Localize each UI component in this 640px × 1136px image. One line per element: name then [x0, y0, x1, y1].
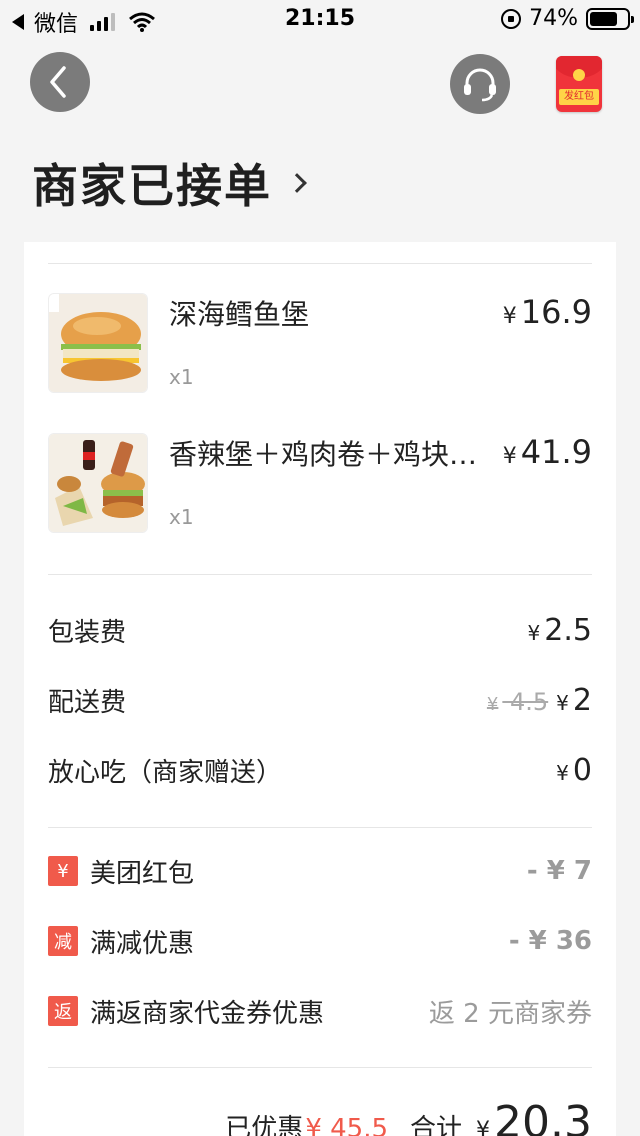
currency-symbol: ¥ [556, 760, 569, 785]
item-price-value: 41.9 [520, 433, 592, 471]
discount-value: 返 2 元商家券 [428, 998, 592, 1029]
fee-amount: 2 [572, 682, 592, 718]
fee-value: ¥2.5 [528, 613, 592, 648]
item-price-value: 16.9 [520, 293, 592, 331]
fee-label: 配送费 [48, 687, 127, 718]
battery-fill [590, 11, 617, 26]
order-card: 深海鳕鱼堡 x1 ¥16.9 香辣堡＋鸡肉卷＋鸡块… x1 ¥41.9 包装费 … [24, 242, 616, 1136]
item-price: ¥41.9 [503, 433, 592, 471]
currency-symbol: ¥ [476, 1118, 491, 1136]
fee-amount: 0 [572, 752, 592, 788]
divider [48, 1067, 592, 1068]
discount-left: 减 满减优惠 [48, 923, 194, 960]
order-status-link[interactable]: 商家已接单 [32, 150, 307, 216]
original-delivery-fee: ¥ 4.5 [487, 688, 548, 716]
discount-value: - ¥ 36 [508, 926, 592, 956]
discount-label: 满减优惠 [90, 928, 195, 959]
currency-symbol: ¥ [556, 690, 569, 715]
item-quantity: x1 [169, 365, 194, 389]
packaging-fee-row: 包装费 ¥2.5 [48, 610, 592, 650]
fee-amount: 2.5 [544, 612, 592, 648]
divider [48, 263, 592, 264]
discount-value: - ¥ 7 [526, 856, 592, 886]
order-item[interactable]: 香辣堡＋鸡肉卷＋鸡块… x1 ¥41.9 [48, 433, 592, 533]
discount-row: 减 满减优惠 - ¥ 36 [48, 921, 592, 961]
send-red-packet-button[interactable]: 发红包 [556, 56, 602, 112]
fee-value: ¥0 [556, 753, 592, 788]
combo-meal-image [48, 433, 148, 533]
item-quantity: x1 [169, 505, 194, 529]
delivery-fee-row: 配送费 ¥ 4.5 ¥2 [48, 680, 592, 720]
discount-label: 美团红包 [90, 858, 195, 889]
divider [48, 574, 592, 575]
order-item[interactable]: 深海鳕鱼堡 x1 ¥16.9 [48, 293, 592, 393]
chevron-right-icon [287, 173, 307, 193]
divider [48, 827, 592, 828]
item-price: ¥16.9 [503, 293, 592, 331]
item-name: 香辣堡＋鸡肉卷＋鸡块… [169, 438, 478, 471]
orientation-lock-icon [501, 8, 522, 29]
red-packet-badge-icon: ¥ [48, 856, 78, 886]
currency-symbol: ¥ [502, 304, 517, 329]
page-title: 商家已接单 [32, 159, 272, 213]
saved-value: ¥ 45.5 [305, 1114, 389, 1136]
currency-symbol: ¥ [486, 693, 499, 715]
battery-icon [586, 7, 634, 30]
red-packet-label: 发红包 [559, 89, 599, 105]
back-button[interactable] [30, 52, 90, 112]
fee-label: 包装费 [48, 617, 127, 648]
total-label: 合计 [410, 1114, 463, 1136]
fish-burger-image [48, 293, 148, 393]
currency-symbol: ¥ [502, 444, 517, 469]
total-value: 20.3 [494, 1097, 592, 1136]
assurance-row[interactable]: 放心吃（商家赠送） ¥0 [48, 750, 592, 790]
fee-value: ¥ 4.5 ¥2 [487, 683, 592, 718]
coin-icon [573, 69, 585, 81]
discount-left: 返 满返商家代金券优惠 [48, 993, 324, 1030]
reduction-badge-icon: 减 [48, 926, 78, 956]
fee-label: 放心吃（商家赠送） [48, 757, 283, 788]
saved-label: 已优惠 [225, 1114, 304, 1136]
headset-icon [464, 68, 496, 102]
order-summary: 已优惠 ¥ 45.5 合计 ¥ 20.3 [225, 1097, 592, 1136]
status-right: 74% [501, 6, 634, 31]
battery-percent: 74% [529, 6, 578, 31]
discount-row: ¥ 美团红包 - ¥ 7 [48, 851, 592, 891]
rebate-badge-icon: 返 [48, 996, 78, 1026]
chevron-left-icon [50, 66, 66, 98]
discount-row: 返 满返商家代金券优惠 返 2 元商家券 [48, 991, 592, 1031]
currency-symbol: ¥ [527, 620, 541, 645]
discount-left: ¥ 美团红包 [48, 853, 194, 890]
discount-label: 满返商家代金券优惠 [90, 998, 325, 1029]
original-fee-amount: 4.5 [510, 687, 549, 716]
status-bar: 微信 21:15 74% [0, 0, 640, 40]
item-name: 深海鳕鱼堡 [169, 298, 310, 331]
customer-service-button[interactable] [450, 54, 510, 114]
